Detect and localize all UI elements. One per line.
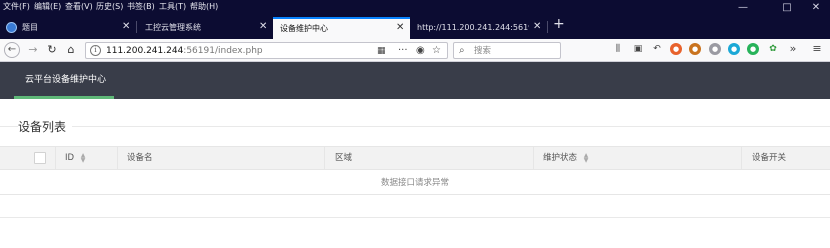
- table-body: 数据接口请求异常: [0, 170, 830, 195]
- tab-device-center[interactable]: 设备维护中心 ✕: [273, 17, 410, 39]
- bookmark-star-icon[interactable]: ☆: [432, 44, 441, 58]
- menu-bar: 文件(F) 编辑(E) 查看(V) 历史(S) 书签(B) 工具(T) 帮助(H…: [0, 0, 830, 15]
- sort-icon[interactable]: ▲ ▼: [583, 153, 589, 164]
- maximize-button[interactable]: □: [780, 3, 794, 13]
- address-text[interactable]: 111.200.241.244:56191/index.php: [106, 46, 263, 57]
- menu-help[interactable]: 帮助(H): [190, 2, 218, 12]
- reload-button[interactable]: ↻: [45, 43, 59, 57]
- menu-icon[interactable]: ≡: [811, 43, 823, 55]
- home-button[interactable]: ⌂: [64, 43, 78, 57]
- column-label: 维护状态: [543, 153, 578, 163]
- address-path: :56191/index.php: [183, 46, 263, 56]
- menu-file[interactable]: 文件(F): [3, 2, 30, 12]
- nav-item-label: 云平台设备维护中心: [25, 75, 107, 85]
- tab-question[interactable]: 题目 ✕: [0, 17, 136, 39]
- tab-title: http://111.200.241.244:56191/: [417, 23, 529, 32]
- menu-view[interactable]: 查看(V): [65, 2, 93, 12]
- qr-code-icon[interactable]: ▦: [377, 44, 386, 58]
- divider: [0, 217, 830, 218]
- page-actions-icon[interactable]: ···: [398, 44, 408, 58]
- tab-title: 题目: [22, 23, 38, 32]
- tab-close-icon[interactable]: ✕: [533, 21, 541, 33]
- tab-ics-cloud[interactable]: 工控云管理系统 ✕: [137, 17, 273, 39]
- tab-close-icon[interactable]: ✕: [396, 22, 404, 34]
- column-label: 设备开关: [752, 153, 787, 163]
- tab-title: 设备维护中心: [280, 24, 328, 33]
- tab-strip: 题目 ✕ 工控云管理系统 ✕ 设备维护中心 ✕ http://111.200.2…: [0, 15, 830, 39]
- page-title: 设备列表: [18, 119, 73, 135]
- address-bar[interactable]: i 111.200.241.244:56191/index.php ▦ ··· …: [85, 42, 448, 59]
- column-header-maintenance-status[interactable]: 维护状态 ▲ ▼: [533, 147, 741, 169]
- extension-cyan-icon[interactable]: ●: [728, 43, 740, 55]
- info-icon[interactable]: i: [90, 45, 101, 56]
- column-label: 设备名: [127, 153, 153, 163]
- browser-chrome: 文件(F) 编辑(E) 查看(V) 历史(S) 书签(B) 工具(T) 帮助(H…: [0, 0, 830, 62]
- pocket-icon[interactable]: ◉: [416, 44, 425, 58]
- divider: [0, 126, 830, 127]
- menu-tools[interactable]: 工具(T): [159, 2, 186, 12]
- column-header-id[interactable]: ID ▲ ▼: [55, 147, 117, 169]
- extension-orange-icon[interactable]: ●: [670, 43, 682, 55]
- new-tab-button[interactable]: +: [553, 17, 565, 31]
- tab-separator: [547, 21, 548, 33]
- tab-title: 工控云管理系统: [145, 23, 201, 32]
- extension-leaf-icon[interactable]: ✿: [767, 43, 779, 55]
- tab-url[interactable]: http://111.200.241.244:56191/ ✕: [410, 17, 547, 39]
- nav-bar: ← → ↻ ⌂ i 111.200.241.244:56191/index.ph…: [0, 39, 830, 62]
- column-header-area: 区域: [324, 147, 533, 169]
- overflow-icon[interactable]: »: [787, 43, 799, 55]
- cookie-icon[interactable]: ●: [689, 43, 701, 55]
- menu-edit[interactable]: 编辑(E): [34, 2, 61, 12]
- minimize-button[interactable]: —: [736, 3, 750, 13]
- tab-close-icon[interactable]: ✕: [259, 21, 267, 33]
- select-all-checkbox[interactable]: [34, 152, 46, 164]
- nav-active-indicator: [14, 96, 114, 99]
- close-window-button[interactable]: ✕: [809, 3, 823, 13]
- address-host: 111.200.241.244: [106, 46, 184, 56]
- back-button[interactable]: ←: [4, 42, 20, 58]
- menu-history[interactable]: 历史(S): [96, 2, 123, 12]
- menu-bookmarks[interactable]: 书签(B): [127, 2, 155, 12]
- search-input[interactable]: 搜索: [474, 46, 491, 57]
- column-header-device-switch: 设备开关: [741, 147, 830, 169]
- table-header: ID ▲ ▼ 设备名 区域 维护状态 ▲ ▼ 设备开关: [0, 146, 830, 170]
- globe-icon: [6, 22, 17, 33]
- nav-item-device-center[interactable]: 云平台设备维护中心: [14, 62, 114, 99]
- search-box[interactable]: ⌕ 搜索: [453, 42, 561, 59]
- history-back-icon[interactable]: ↶: [651, 43, 663, 55]
- sidebar-icon[interactable]: ▣: [632, 43, 644, 55]
- app-header: 云平台设备维护中心: [0, 62, 830, 99]
- column-label: 区域: [335, 153, 353, 163]
- library-icon[interactable]: ⫼: [612, 43, 624, 55]
- empty-state-message: 数据接口请求异常: [380, 178, 449, 188]
- search-icon: ⌕: [459, 45, 465, 56]
- column-header-device-name: 设备名: [117, 147, 324, 169]
- extension-green-icon[interactable]: ●: [747, 43, 759, 55]
- tab-close-icon[interactable]: ✕: [122, 21, 130, 33]
- sort-icon[interactable]: ▲ ▼: [80, 153, 86, 164]
- forward-button[interactable]: →: [26, 43, 40, 57]
- extension-gray-icon[interactable]: ●: [709, 43, 721, 55]
- column-label: ID: [65, 153, 75, 163]
